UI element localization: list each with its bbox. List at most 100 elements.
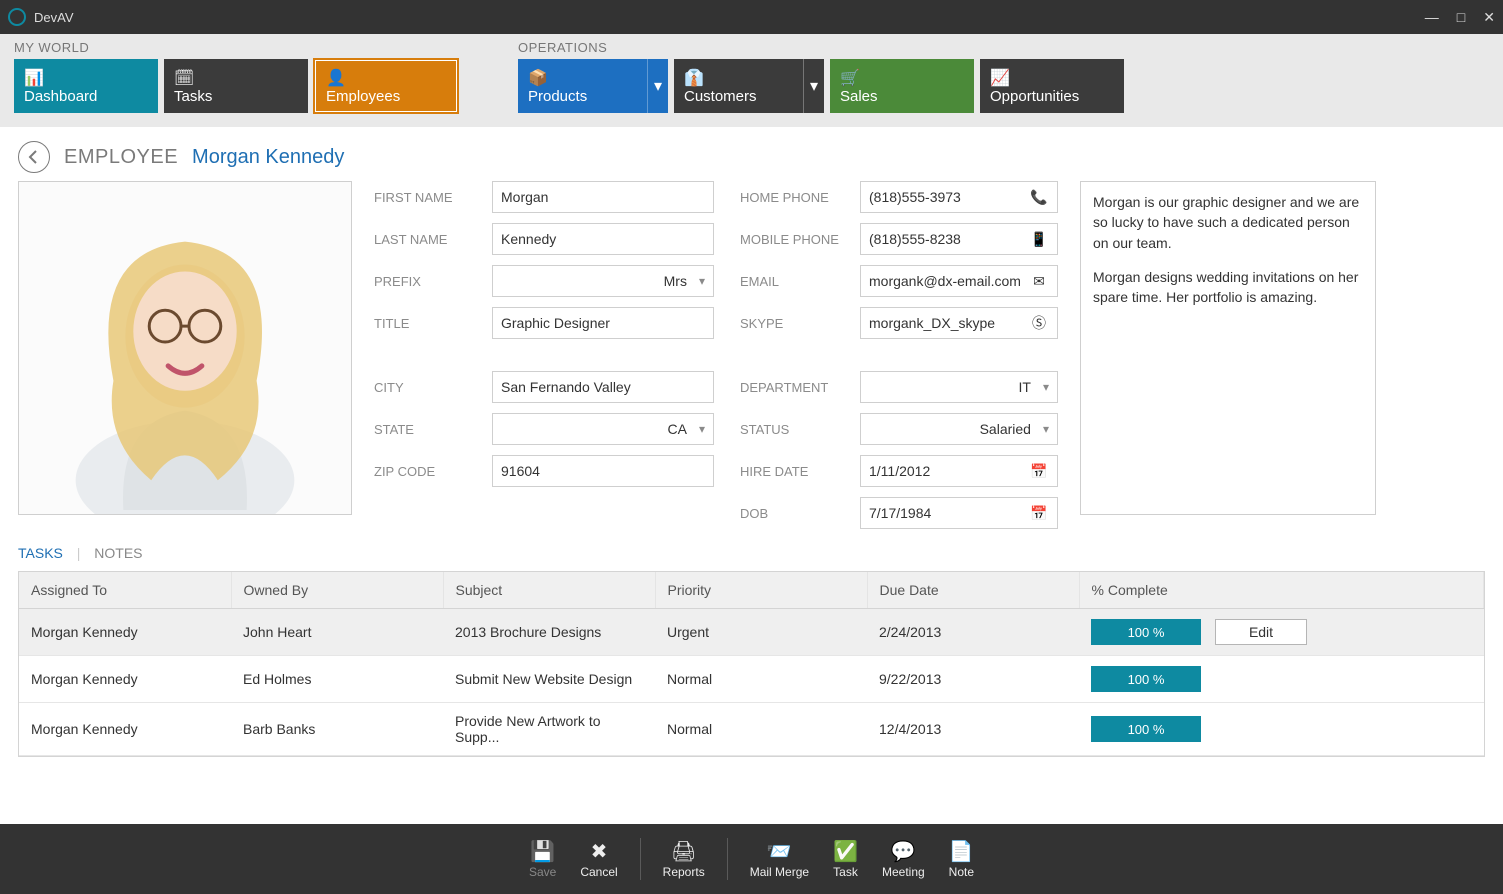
ribbon: MY WORLD 📊 Dashboard 🗓 Tasks 👤 Employees… bbox=[0, 34, 1503, 127]
prefix-select[interactable]: Mrs▾ bbox=[492, 265, 714, 297]
table-row[interactable]: Morgan KennedyJohn Heart2013 Brochure De… bbox=[19, 609, 1484, 656]
label-last-name: LAST NAME bbox=[374, 232, 482, 247]
opportunities-icon: 📈 bbox=[990, 68, 1114, 86]
first-name-input[interactable]: Morgan bbox=[492, 181, 714, 213]
maximize-button[interactable]: □ bbox=[1457, 9, 1465, 26]
table-row[interactable]: Morgan KennedyEd HolmesSubmit New Websit… bbox=[19, 656, 1484, 703]
tile-dashboard[interactable]: 📊 Dashboard bbox=[14, 59, 158, 113]
breadcrumb-entity: EMPLOYEE bbox=[64, 146, 178, 169]
mail-merge-button[interactable]: 📨Mail Merge bbox=[738, 839, 821, 879]
note-icon: 📄 bbox=[949, 839, 974, 863]
minimize-button[interactable]: — bbox=[1425, 9, 1439, 26]
printer-icon: 🖨 bbox=[671, 839, 696, 863]
tile-products[interactable]: 📦 Products bbox=[518, 59, 648, 113]
mail-merge-icon: 📨 bbox=[767, 839, 792, 863]
chevron-down-icon: ▾ bbox=[699, 422, 705, 436]
meeting-icon: 💬 bbox=[891, 839, 916, 863]
task-icon: ✅ bbox=[833, 839, 858, 863]
cancel-button[interactable]: ✖Cancel bbox=[568, 839, 629, 879]
tile-tasks[interactable]: 🗓 Tasks bbox=[164, 59, 308, 113]
department-select[interactable]: IT▾ bbox=[860, 371, 1058, 403]
tile-tasks-label: Tasks bbox=[174, 88, 298, 105]
tasks-grid: Assigned To Owned By Subject Priority Du… bbox=[18, 571, 1485, 757]
label-department: DEPARTMENT bbox=[740, 380, 850, 395]
back-button[interactable] bbox=[18, 141, 50, 173]
col-assigned-to[interactable]: Assigned To bbox=[19, 572, 231, 609]
task-button[interactable]: ✅Task bbox=[821, 839, 870, 879]
label-status: STATUS bbox=[740, 422, 850, 437]
tab-tasks[interactable]: TASKS bbox=[18, 545, 63, 561]
mobile-icon: 📱 bbox=[1029, 231, 1049, 248]
skype-input[interactable]: morgank_DX_skypeⓈ bbox=[860, 307, 1058, 339]
status-select[interactable]: Salaried▾ bbox=[860, 413, 1058, 445]
ribbon-group-myworld: MY WORLD bbox=[14, 40, 458, 55]
calendar-icon[interactable]: 📅 bbox=[1029, 463, 1049, 480]
pct-complete-bar: 100 % bbox=[1091, 716, 1201, 742]
tile-customers[interactable]: 👔 Customers bbox=[674, 59, 804, 113]
chevron-down-icon: ▾ bbox=[699, 274, 705, 288]
dob-input[interactable]: 7/17/1984📅 bbox=[860, 497, 1058, 529]
employee-notes: Morgan is our graphic designer and we ar… bbox=[1080, 181, 1376, 515]
label-dob: DOB bbox=[740, 506, 850, 521]
col-pct-complete[interactable]: % Complete bbox=[1079, 572, 1484, 609]
save-button[interactable]: 💾Save bbox=[517, 839, 568, 879]
tile-products-label: Products bbox=[528, 88, 637, 105]
col-due-date[interactable]: Due Date bbox=[867, 572, 1079, 609]
close-button[interactable]: ✕ bbox=[1483, 9, 1495, 26]
tab-notes[interactable]: NOTES bbox=[94, 545, 142, 561]
customers-icon: 👔 bbox=[684, 68, 793, 86]
pct-complete-bar: 100 % bbox=[1091, 666, 1201, 692]
reports-button[interactable]: 🖨Reports bbox=[651, 839, 717, 879]
label-title: TITLE bbox=[374, 316, 482, 331]
phone-icon: 📞 bbox=[1029, 189, 1049, 206]
label-email: EMAIL bbox=[740, 274, 850, 289]
calendar-icon[interactable]: 📅 bbox=[1029, 505, 1049, 522]
email-input[interactable]: morgank@dx-email.com✉ bbox=[860, 265, 1058, 297]
mobile-phone-input[interactable]: (818)555-8238📱 bbox=[860, 223, 1058, 255]
table-row[interactable]: Morgan KennedyBarb BanksProvide New Artw… bbox=[19, 703, 1484, 756]
employees-icon: 👤 bbox=[326, 68, 446, 86]
label-city: CITY bbox=[374, 380, 482, 395]
last-name-input[interactable]: Kennedy bbox=[492, 223, 714, 255]
tile-sales[interactable]: 🛒 Sales bbox=[830, 59, 974, 113]
meeting-button[interactable]: 💬Meeting bbox=[870, 839, 937, 879]
title-input[interactable]: Graphic Designer bbox=[492, 307, 714, 339]
products-icon: 📦 bbox=[528, 68, 637, 86]
tile-opportunities[interactable]: 📈 Opportunities bbox=[980, 59, 1124, 113]
cancel-icon: ✖ bbox=[591, 839, 608, 863]
window-titlebar: DevAV — □ ✕ bbox=[0, 0, 1503, 34]
state-select[interactable]: CA▾ bbox=[492, 413, 714, 445]
col-subject[interactable]: Subject bbox=[443, 572, 655, 609]
employee-photo bbox=[18, 181, 352, 515]
breadcrumb: EMPLOYEE Morgan Kennedy bbox=[18, 141, 1485, 173]
note-button[interactable]: 📄Note bbox=[937, 839, 986, 879]
skype-icon: Ⓢ bbox=[1029, 313, 1049, 333]
ribbon-group-operations: OPERATIONS bbox=[518, 40, 1124, 55]
sales-icon: 🛒 bbox=[840, 68, 964, 86]
zip-input[interactable]: 91604 bbox=[492, 455, 714, 487]
col-owned-by[interactable]: Owned By bbox=[231, 572, 443, 609]
col-priority[interactable]: Priority bbox=[655, 572, 867, 609]
tile-customers-label: Customers bbox=[684, 88, 793, 105]
chevron-down-icon: ▾ bbox=[1043, 380, 1049, 394]
pct-complete-bar: 100 % bbox=[1091, 619, 1201, 645]
tile-dashboard-label: Dashboard bbox=[24, 88, 148, 105]
city-input[interactable]: San Fernando Valley bbox=[492, 371, 714, 403]
tile-employees[interactable]: 👤 Employees bbox=[314, 59, 458, 113]
home-phone-input[interactable]: (818)555-3973📞 bbox=[860, 181, 1058, 213]
dashboard-icon: 📊 bbox=[24, 68, 148, 86]
arrow-left-icon bbox=[26, 149, 42, 165]
edit-button[interactable]: Edit bbox=[1215, 619, 1307, 645]
mail-icon: ✉ bbox=[1029, 273, 1049, 290]
label-first-name: FIRST NAME bbox=[374, 190, 482, 205]
app-icon bbox=[8, 8, 26, 26]
tile-customers-dropdown[interactable]: ▾ bbox=[804, 59, 824, 113]
save-icon: 💾 bbox=[530, 839, 555, 863]
tile-employees-label: Employees bbox=[326, 88, 446, 105]
tile-products-dropdown[interactable]: ▾ bbox=[648, 59, 668, 113]
window-title: DevAV bbox=[34, 10, 1425, 25]
hire-date-input[interactable]: 1/11/2012📅 bbox=[860, 455, 1058, 487]
notes-p1: Morgan is our graphic designer and we ar… bbox=[1093, 192, 1363, 253]
label-zip: ZIP CODE bbox=[374, 464, 482, 479]
tile-opportunities-label: Opportunities bbox=[990, 88, 1114, 105]
